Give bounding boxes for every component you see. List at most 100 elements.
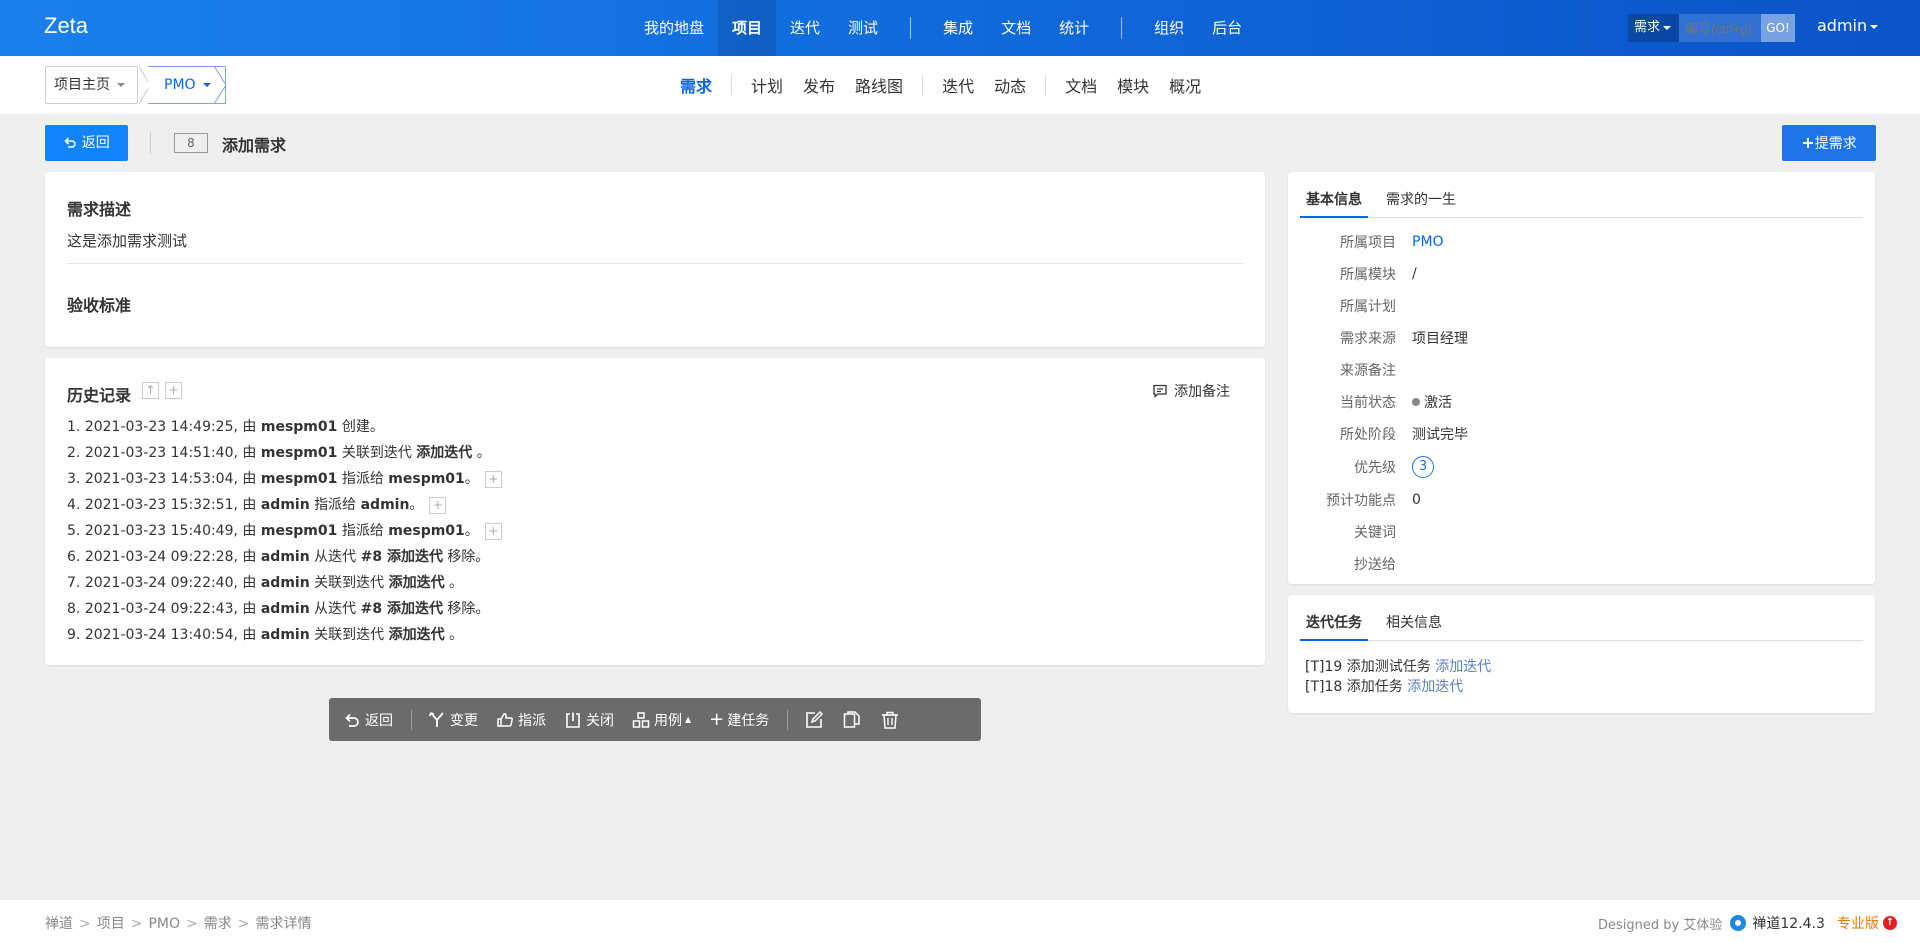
history-entry: 5. 2021-03-23 15:40:49, 由 mespm01 指派给 me… xyxy=(67,518,502,544)
entry-user: mespm01 xyxy=(260,523,338,539)
info-label: 优先级 xyxy=(1354,460,1396,476)
entry-time: 2021-03-23 14:53:04, 由 xyxy=(84,471,257,487)
version-link[interactable]: 禅道12.4.3 xyxy=(1752,913,1825,933)
trash-icon xyxy=(882,711,899,729)
subnav-plan[interactable]: 计划 xyxy=(741,73,793,97)
divider xyxy=(67,263,1243,264)
entry-user: mespm01 xyxy=(260,419,338,435)
subnav-roadmap[interactable]: 路线图 xyxy=(845,73,913,97)
history-entry: 8. 2021-03-24 09:22:43, 由 admin 从迭代 #8 添… xyxy=(67,596,502,622)
brand-logo[interactable]: Zeta xyxy=(44,13,88,39)
sort-up-icon[interactable]: ↑ xyxy=(142,382,159,399)
nav-admin[interactable]: 后台 xyxy=(1198,0,1256,56)
entry-number: 4. xyxy=(67,497,81,513)
project-home-dropdown[interactable]: 项目主页 xyxy=(45,66,139,104)
entry-number: 8. xyxy=(67,601,81,617)
subnav-overview[interactable]: 概况 xyxy=(1159,73,1211,97)
main-nav: 我的地盘 项目 迭代 测试 集成 文档 统计 组织 后台 xyxy=(630,0,1256,56)
entry-action: 创建。 xyxy=(341,419,384,435)
entry-action: 关联到迭代 xyxy=(314,575,385,591)
search-box: 需求 GO! xyxy=(1628,14,1796,42)
tab-story-life[interactable]: 需求的一生 xyxy=(1380,182,1462,218)
expand-icon[interactable]: + xyxy=(484,522,502,540)
info-label: 所属计划 xyxy=(1340,299,1396,315)
tab-basic-info[interactable]: 基本信息 xyxy=(1300,182,1368,218)
subnav-story[interactable]: 需求 xyxy=(670,73,722,97)
subnav-dynamic[interactable]: 动态 xyxy=(984,73,1036,97)
breadcrumb-link[interactable]: 项目 xyxy=(97,916,125,932)
back-button[interactable]: 返回 xyxy=(45,125,128,161)
create-story-button[interactable]: +提需求 xyxy=(1782,125,1876,161)
nav-my[interactable]: 我的地盘 xyxy=(630,0,718,56)
delete-button[interactable] xyxy=(880,710,900,730)
info-row-status: 当前状态 激活 xyxy=(1300,386,1468,418)
nav-doc[interactable]: 文档 xyxy=(987,0,1045,56)
search-go-button[interactable]: GO! xyxy=(1761,14,1796,42)
user-name: admin xyxy=(1817,16,1868,35)
cases-label: 用例 xyxy=(654,712,682,729)
nav-report[interactable]: 统计 xyxy=(1045,0,1103,56)
info-table: 所属项目 PMO 所属模块 / 所属计划 需求来源 项目经理 来源备注 当前状态 激活 … xyxy=(1300,226,1468,580)
assign-button[interactable]: 指派 xyxy=(496,710,546,730)
cases-dropdown[interactable]: 用例 ▲ xyxy=(632,710,691,730)
breadcrumb-link[interactable]: 禅道 xyxy=(45,916,73,932)
search-type-select[interactable]: 需求 xyxy=(1628,14,1680,42)
task-link[interactable]: [T]18 添加任务 xyxy=(1305,679,1403,695)
edit-button[interactable] xyxy=(804,710,824,730)
subnav-execution[interactable]: 迭代 xyxy=(932,73,984,97)
user-menu[interactable]: admin xyxy=(1817,16,1879,35)
info-value-project-link[interactable]: PMO xyxy=(1412,234,1444,250)
execution-link[interactable]: 添加迭代 xyxy=(1435,659,1491,675)
history-entry: 7. 2021-03-24 09:22:40, 由 admin 关联到迭代 添加… xyxy=(67,570,502,596)
task-link[interactable]: [T]19 添加测试任务 xyxy=(1305,659,1431,675)
breadcrumb-link[interactable]: 需求 xyxy=(204,916,232,932)
entry-action: 关联到迭代 xyxy=(314,627,385,643)
execution-link[interactable]: 添加迭代 xyxy=(1407,679,1463,695)
toolbar-back-label: 返回 xyxy=(365,712,393,729)
entry-tail: 。 xyxy=(409,497,424,513)
nav-company[interactable]: 组织 xyxy=(1140,0,1198,56)
entry-number: 1. xyxy=(67,419,81,435)
info-row-stage: 所处阶段 测试完毕 xyxy=(1300,418,1468,450)
close-label: 关闭 xyxy=(586,712,614,729)
description-text: 这是添加需求测试 xyxy=(67,232,188,250)
upgrade-arrow-icon[interactable]: ↑ xyxy=(1882,916,1897,930)
expand-icon[interactable]: + xyxy=(484,470,502,488)
subnav-doc[interactable]: 文档 xyxy=(1055,73,1107,97)
breadcrumb-link[interactable]: PMO xyxy=(148,916,180,932)
toolbar-back-button[interactable]: 返回 xyxy=(343,710,393,730)
description-title: 需求描述 xyxy=(67,200,132,219)
entry-number: 9. xyxy=(67,627,81,643)
create-task-button[interactable]: + 建任务 xyxy=(709,709,769,730)
nav-ci[interactable]: 集成 xyxy=(929,0,987,56)
close-button[interactable]: 关闭 xyxy=(564,710,614,730)
change-label: 变更 xyxy=(450,712,478,729)
entry-time: 2021-03-24 09:22:40, 由 xyxy=(84,575,257,591)
hand-pointer-icon xyxy=(497,712,513,727)
expand-all-icon[interactable]: + xyxy=(165,382,182,399)
info-label: 来源备注 xyxy=(1340,363,1396,379)
change-button[interactable]: 变更 xyxy=(428,710,478,730)
subnav-release[interactable]: 发布 xyxy=(793,73,845,97)
search-input[interactable] xyxy=(1679,14,1762,42)
tab-related-info[interactable]: 相关信息 xyxy=(1380,605,1448,641)
subnav-module[interactable]: 模块 xyxy=(1107,73,1159,97)
nav-project[interactable]: 项目 xyxy=(718,0,777,56)
chevron-down-icon xyxy=(1870,24,1879,29)
history-entry: 2. 2021-03-23 14:51:40, 由 mespm01 关联到迭代 … xyxy=(67,440,502,466)
designed-by-link[interactable]: Designed by 艾体验 xyxy=(1598,914,1722,933)
history-panel: 历史记录 ↑ + 添加备注 1. 2021-03-23 14:49:25, 由 … xyxy=(45,358,1265,665)
info-label: 关键词 xyxy=(1354,525,1396,541)
add-note-button[interactable]: 添加备注 xyxy=(1152,381,1230,401)
nav-execution[interactable]: 迭代 xyxy=(776,0,834,56)
breadcrumb-separator: > xyxy=(130,916,143,932)
breadcrumb-separator: > xyxy=(237,916,250,932)
assign-label: 指派 xyxy=(518,712,546,729)
entry-target: mespm01 xyxy=(388,523,465,539)
tab-execution-tasks[interactable]: 迭代任务 xyxy=(1300,605,1368,641)
copy-button[interactable] xyxy=(842,710,862,730)
edition-link[interactable]: 专业版 xyxy=(1837,913,1879,933)
nav-test[interactable]: 测试 xyxy=(834,0,892,56)
entry-target: #8 添加迭代 xyxy=(360,601,443,617)
expand-icon[interactable]: + xyxy=(429,496,447,514)
